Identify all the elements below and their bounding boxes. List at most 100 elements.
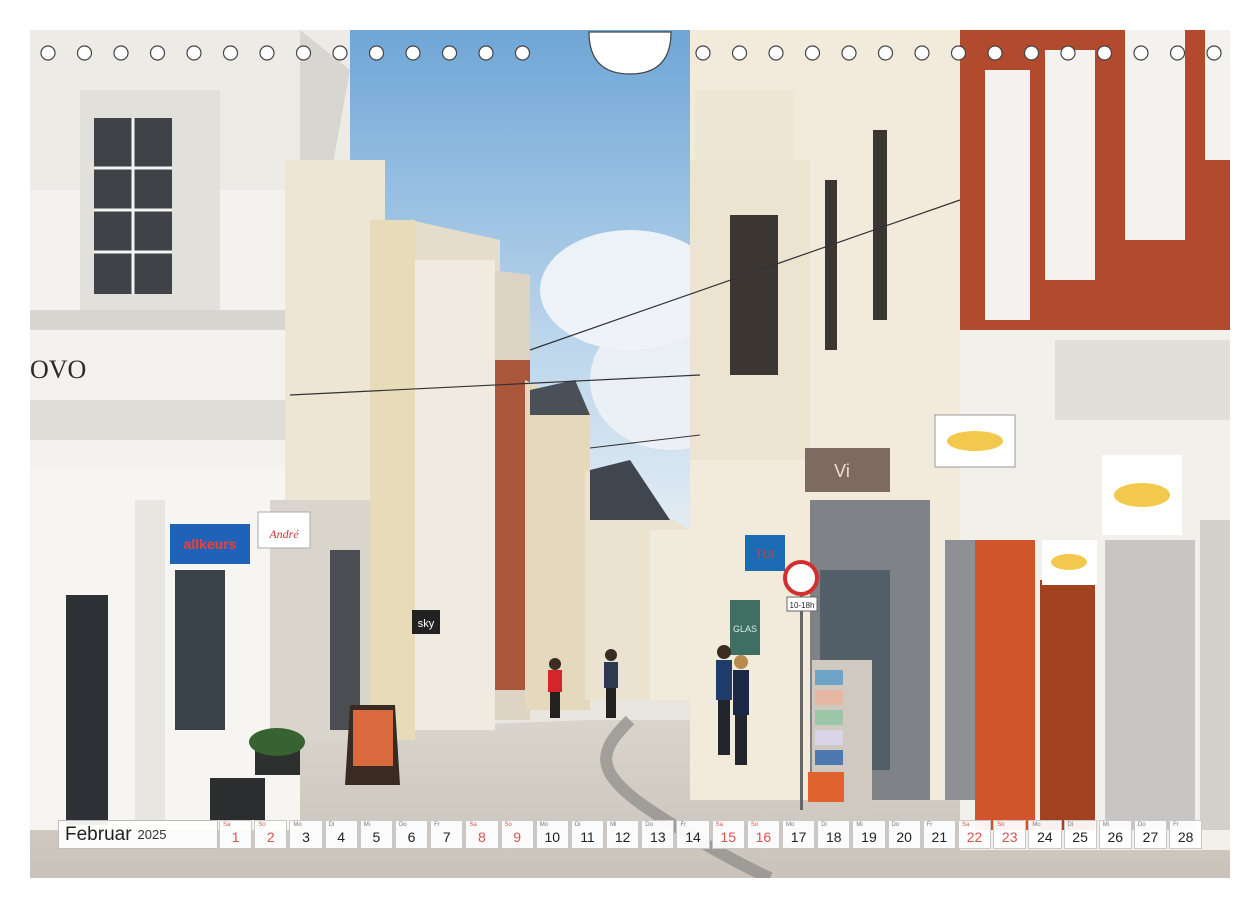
weekday-label: Sa — [223, 822, 231, 828]
shop-window-right — [1105, 540, 1195, 830]
weekday-label: Di — [574, 822, 581, 828]
day-cell: Mo 17 — [782, 820, 816, 849]
day-cell: Fr 14 — [676, 820, 710, 849]
day-number: 23 — [1001, 829, 1018, 845]
building-yellow — [370, 220, 415, 740]
window — [1045, 50, 1095, 280]
day-number: 7 — [442, 829, 451, 845]
day-number: 2 — [266, 829, 275, 845]
day-number: 12 — [614, 829, 631, 845]
day-cell: Do 27 — [1133, 820, 1168, 849]
day-cell: Di 25 — [1063, 820, 1097, 849]
weekday-label: Di — [328, 822, 335, 828]
day-cell: Mo 10 — [535, 820, 569, 849]
tui-sign-text: TUI — [755, 547, 774, 561]
facade-cornice — [30, 400, 300, 440]
weekday-label: Do — [891, 822, 900, 828]
orange-bucket — [808, 772, 844, 802]
month-label: Februar 2025 — [58, 820, 218, 849]
glas-sign-text: GLAS — [733, 624, 757, 634]
shop-window-right — [1200, 520, 1230, 830]
day-cell: Sa 15 — [711, 820, 745, 849]
facade-band — [30, 310, 300, 330]
day-cell: Mi 5 — [359, 820, 393, 849]
weekday-label: Fr — [680, 822, 687, 828]
weekday-label: So — [258, 822, 266, 828]
calendar-page: allkeurs André sky TUI Vi GLAS 10-18h OV… — [30, 30, 1230, 878]
day-cell: Do 13 — [641, 820, 675, 849]
fabric-roll — [815, 730, 843, 745]
calendar-bar: Februar 2025 Sa 1 So 2 Mo 3 Di 4 Mi 5 Do 6 Fr 7 Sa 8 So 9… — [58, 820, 1204, 850]
street-photo: allkeurs André sky TUI Vi GLAS 10-18h OV… — [30, 30, 1230, 878]
sign-post — [800, 590, 803, 810]
weekday-label: Do — [1137, 822, 1146, 828]
pillar — [135, 500, 165, 830]
day-number: 27 — [1142, 829, 1159, 845]
day-cell: So 9 — [500, 820, 534, 849]
no-bike-sign — [783, 560, 819, 596]
weekday-label: Di — [821, 822, 827, 828]
day-number: 15 — [720, 829, 736, 845]
day-cell: Fr 7 — [430, 820, 464, 849]
weekday-label: Do — [645, 822, 653, 828]
window — [873, 130, 887, 320]
day-cell: Di 18 — [817, 820, 851, 849]
weekday-label: So — [750, 822, 759, 828]
allkeurs-sign-text: allkeurs — [184, 536, 237, 552]
day-cell: So 2 — [254, 820, 288, 849]
day-number: 22 — [966, 829, 983, 845]
day-number: 8 — [478, 829, 486, 845]
month-name: Februar — [65, 823, 132, 845]
window — [825, 180, 837, 350]
day-cell: Mo 24 — [1028, 820, 1062, 849]
shop-logo-mark — [1051, 554, 1087, 570]
day-number: 21 — [931, 829, 948, 845]
day-cell: Sa 1 — [219, 820, 253, 849]
vi-sign-text: Vi — [834, 461, 850, 481]
entrance-orange — [975, 540, 1035, 830]
day-cell: Fr 21 — [922, 820, 956, 849]
day-number: 16 — [755, 829, 772, 845]
day-cell: Di 11 — [570, 820, 605, 849]
day-cell: Sa 8 — [465, 820, 499, 849]
weekday-label: Mi — [610, 822, 617, 828]
weekday-label: Mo — [539, 822, 549, 828]
day-number: 3 — [302, 829, 310, 845]
day-cell: Fr 28 — [1169, 820, 1203, 849]
andre-sign-text: André — [268, 527, 299, 541]
door — [66, 595, 108, 825]
day-number: 18 — [825, 829, 842, 845]
day-cell: Di 4 — [324, 820, 358, 849]
day-number: 1 — [231, 829, 240, 845]
day-cell: Sa 22 — [957, 820, 992, 849]
day-cell: So 16 — [746, 820, 780, 849]
awning — [1055, 340, 1230, 420]
weekday-label: Mo — [786, 822, 795, 828]
weekday-label: Fr — [926, 822, 933, 828]
sky-sign-text: sky — [418, 618, 435, 630]
day-cell: Do 20 — [887, 820, 921, 849]
building-white — [415, 260, 495, 730]
weekday-label: So — [997, 822, 1005, 828]
shop-logo-mark — [947, 431, 1003, 451]
fabric-roll — [815, 750, 843, 765]
sidewalk-sign-poster — [353, 710, 393, 766]
window — [730, 215, 778, 375]
day-number: 28 — [1177, 829, 1194, 845]
weekday-label: Mo — [1032, 822, 1041, 828]
day-number: 4 — [337, 829, 346, 845]
weekday-label: Sa — [961, 822, 970, 828]
day-cell: So 23 — [993, 820, 1027, 849]
day-number: 24 — [1037, 829, 1053, 845]
shop-text-ovo: OVO — [30, 355, 86, 384]
shop-door — [1040, 580, 1095, 830]
day-number: 25 — [1072, 829, 1088, 845]
weekday-label: Di — [1067, 822, 1074, 828]
day-number: 26 — [1107, 829, 1124, 845]
time-sign-text: 10-18h — [790, 601, 815, 610]
weekday-label: Mo — [293, 822, 302, 828]
year-label: 2025 — [137, 827, 167, 842]
window — [1125, 30, 1185, 240]
plant — [249, 728, 305, 756]
day-cell: Mi 12 — [606, 820, 640, 849]
